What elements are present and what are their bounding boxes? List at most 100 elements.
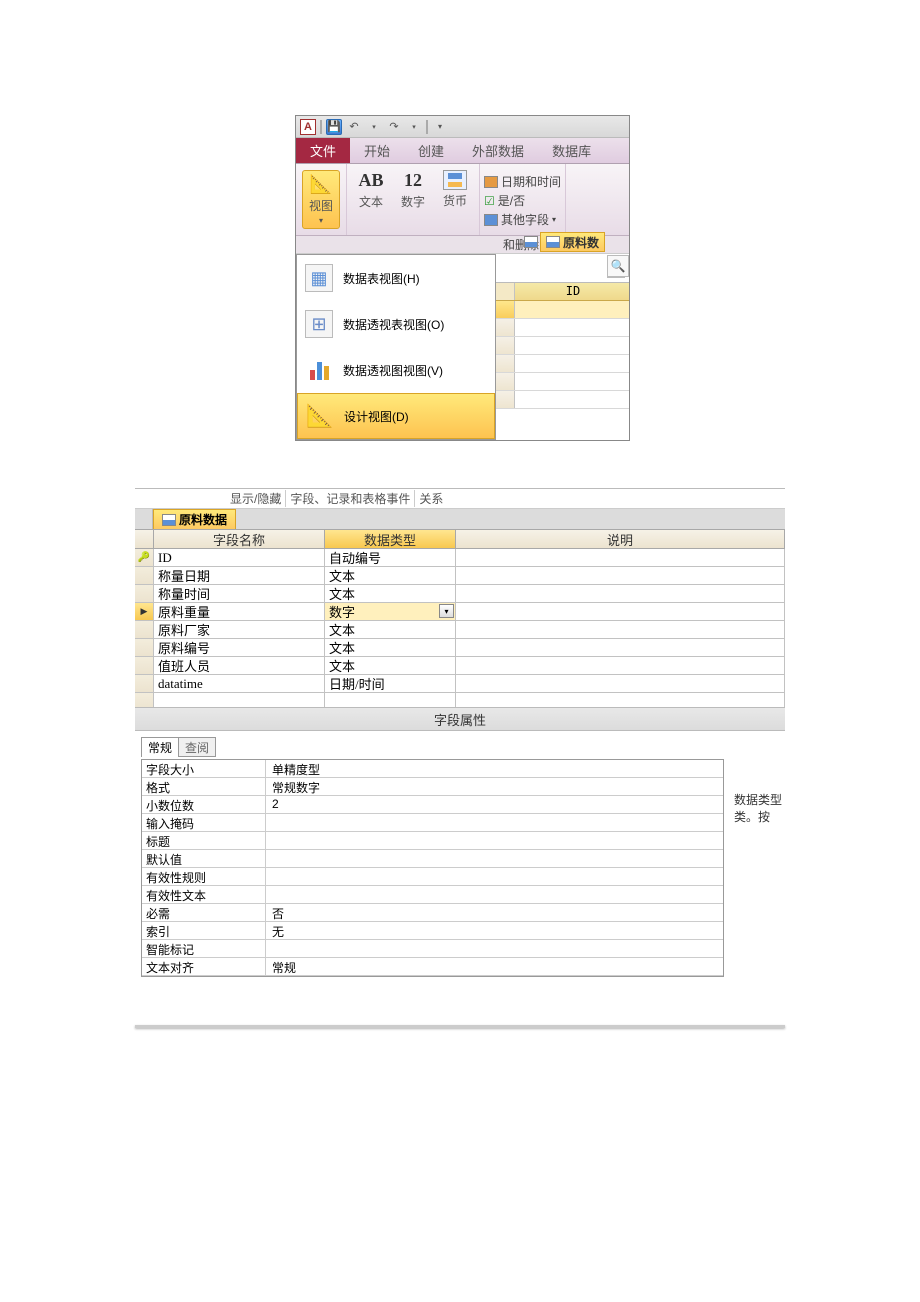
object-tab[interactable]: 原料数 [540, 232, 605, 252]
view-button[interactable]: 📐 视图 ▾ [302, 170, 340, 229]
field-name-cell[interactable]: 原料厂家 [154, 621, 325, 639]
row-selector[interactable] [135, 657, 154, 675]
description-cell[interactable] [456, 567, 785, 585]
property-value[interactable]: 2 [266, 796, 723, 813]
field-name-cell[interactable]: 称量时间 [154, 585, 325, 603]
property-value[interactable] [266, 940, 723, 957]
menu-pivottable-view[interactable]: ⊞ 数据透视表视图(O) [297, 301, 495, 347]
currency-icon [443, 170, 467, 190]
data-type-cell[interactable]: 自动编号 [325, 549, 456, 567]
tab-create[interactable]: 创建 [404, 138, 458, 163]
field-name-cell[interactable]: datatime [154, 675, 325, 693]
row-selector[interactable] [135, 585, 154, 603]
tab-external[interactable]: 外部数据 [458, 138, 538, 163]
row-selector[interactable] [135, 639, 154, 657]
text-ab-icon: AB [359, 170, 384, 191]
data-type-cell[interactable]: 文本 [325, 567, 456, 585]
menu-datasheet-view[interactable]: ▦ 数据表视图(H) [297, 255, 495, 301]
row-selector[interactable] [135, 549, 154, 567]
data-type-cell[interactable]: 文本 [325, 639, 456, 657]
row-selector[interactable] [135, 603, 154, 621]
currency-field-button[interactable]: 货币 [437, 170, 473, 209]
data-type-cell[interactable]: 数字▾ [325, 603, 456, 621]
property-value[interactable] [266, 832, 723, 849]
row-selector[interactable] [135, 675, 154, 693]
data-type-cell[interactable]: 文本 [325, 657, 456, 675]
property-value[interactable] [266, 850, 723, 867]
redo-drop-icon[interactable]: ▾ [406, 119, 422, 135]
tab-home[interactable]: 开始 [350, 138, 404, 163]
property-value[interactable]: 常规 [266, 958, 723, 975]
description-cell[interactable] [456, 639, 785, 657]
design-view-window: 显示/隐藏 字段、记录和表格事件 关系 原料数据 字段名称 数据类型 说明 ID… [135, 488, 785, 1028]
fieldname-header[interactable]: 字段名称 [154, 529, 325, 549]
property-value[interactable] [266, 814, 723, 831]
qat-customize-icon[interactable]: ▾ [432, 119, 448, 135]
id-column-header[interactable]: ID [515, 283, 630, 300]
property-value[interactable] [266, 886, 723, 903]
field-name-cell[interactable]: 原料编号 [154, 639, 325, 657]
undo-icon[interactable]: ↶ [346, 119, 362, 135]
data-type-cell[interactable]: 文本 [325, 621, 456, 639]
access-ribbon-window: A 💾 ↶ ▾ ↷ ▾ ▾ 文件 开始 创建 外部数据 数据库 📐 视图 ▾ A… [295, 115, 630, 441]
tab-general[interactable]: 常规 [141, 737, 179, 757]
property-value[interactable]: 常规数字 [266, 778, 723, 795]
group-relations: 关系 [415, 490, 447, 507]
table-tab[interactable]: 原料数据 [153, 509, 236, 529]
property-name: 默认值 [142, 850, 266, 867]
datatype-dropdown-icon[interactable]: ▾ [439, 604, 454, 618]
search-icon[interactable]: 🔍 [607, 255, 629, 277]
tab-database[interactable]: 数据库 [538, 138, 605, 163]
more-fields-button[interactable]: 其他字段 ▾ [484, 211, 556, 228]
data-type-cell[interactable]: 日期/时间 [325, 675, 456, 693]
design-ruler-icon: 📐 [310, 174, 332, 195]
tab-lookup[interactable]: 查阅 [178, 737, 216, 757]
datasheet-icon: ▦ [305, 264, 333, 292]
field-name-cell[interactable]: 称量日期 [154, 567, 325, 585]
datasheet-preview: ID [496, 282, 630, 409]
description-cell[interactable] [456, 675, 785, 693]
description-cell[interactable] [456, 549, 785, 567]
property-value[interactable]: 单精度型 [266, 760, 723, 777]
menu-pivotchart-view[interactable]: 数据透视图视图(V) [297, 347, 495, 393]
row-selector[interactable] [135, 567, 154, 585]
row-selector[interactable] [135, 621, 154, 639]
field-name-cell[interactable]: 值班人员 [154, 657, 325, 675]
property-value[interactable] [266, 868, 723, 885]
property-value[interactable]: 无 [266, 922, 723, 939]
datetime-field-button[interactable]: 日期和时间 [484, 173, 561, 190]
help-text: 数据类型 类。按 [730, 731, 785, 1011]
description-header[interactable]: 说明 [456, 529, 785, 549]
field-properties-title: 字段属性 [135, 707, 785, 731]
pivotchart-icon [305, 356, 333, 384]
redo-icon[interactable]: ↷ [386, 119, 402, 135]
text-field-button[interactable]: AB 文本 [353, 170, 389, 210]
yesno-field-button[interactable]: ☑是/否 [484, 192, 525, 209]
property-tabs: 常规 查阅 [141, 737, 724, 757]
tab-file[interactable]: 文件 [296, 138, 350, 163]
property-name: 有效性规则 [142, 868, 266, 885]
window-bottom-shadow [135, 1025, 785, 1028]
datatype-header[interactable]: 数据类型 [325, 529, 456, 549]
check-icon: ☑ [484, 194, 495, 208]
property-table: 字段大小单精度型格式常规数字小数位数2输入掩码标题默认值有效性规则有效性文本必需… [141, 759, 724, 977]
property-value[interactable]: 否 [266, 904, 723, 921]
description-cell[interactable] [456, 585, 785, 603]
description-cell[interactable] [456, 621, 785, 639]
design-icon: 📐 [306, 402, 334, 430]
field-name-cell[interactable]: ID [154, 549, 325, 567]
ribbon: 📐 视图 ▾ AB 文本 12 数字 货币 日期和时间 ☑是/否 其他字段 ▾ [296, 164, 629, 236]
pivottable-icon: ⊞ [305, 310, 333, 338]
description-cell[interactable] [456, 603, 785, 621]
property-name: 格式 [142, 778, 266, 795]
field-design-grid: 字段名称 数据类型 说明 ID自动编号称量日期文本称量时间文本原料重量数字▾原料… [135, 529, 785, 707]
number-field-button[interactable]: 12 数字 [395, 170, 431, 210]
property-name: 字段大小 [142, 760, 266, 777]
description-cell[interactable] [456, 657, 785, 675]
undo-drop-icon[interactable]: ▾ [366, 119, 382, 135]
menu-design-view[interactable]: 📐 设计视图(D) [297, 393, 495, 439]
field-name-cell[interactable]: 原料重量 [154, 603, 325, 621]
save-icon[interactable]: 💾 [326, 119, 342, 135]
property-name: 小数位数 [142, 796, 266, 813]
data-type-cell[interactable]: 文本 [325, 585, 456, 603]
